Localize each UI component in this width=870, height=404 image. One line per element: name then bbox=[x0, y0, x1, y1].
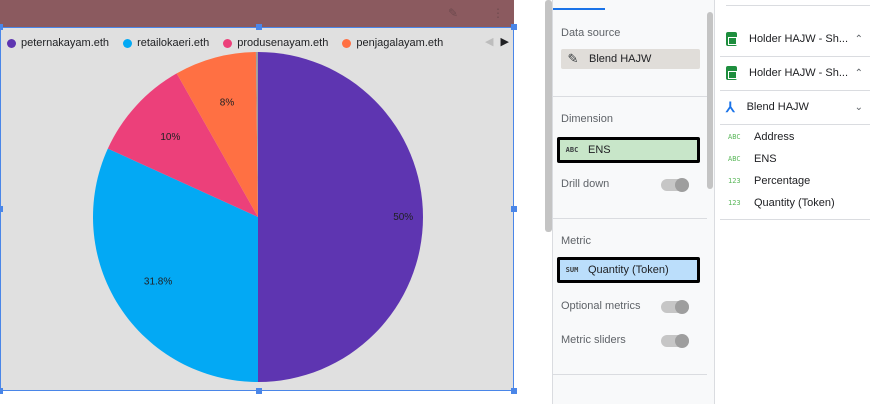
field-label: Percentage bbox=[754, 175, 811, 187]
collapse-icon[interactable]: ⌄ bbox=[855, 102, 863, 113]
field-item[interactable]: 123 Quantity (Token) bbox=[728, 197, 835, 209]
google-sheets-icon bbox=[726, 66, 737, 80]
drill-down-label: Drill down bbox=[561, 178, 610, 190]
canvas-scrollbar[interactable] bbox=[545, 0, 552, 232]
dimension-chip[interactable]: ABC ENS bbox=[557, 137, 700, 163]
blend-label: Blend HAJW bbox=[746, 101, 809, 113]
number-type-icon: 123 bbox=[728, 177, 741, 185]
data-source-chip[interactable]: ✎ Blend HAJW bbox=[561, 49, 700, 69]
divider bbox=[720, 124, 870, 125]
sum-aggregation-icon[interactable]: SUM bbox=[560, 266, 584, 274]
abc-type-icon: ABC bbox=[565, 146, 579, 154]
slice-data-label: 10% bbox=[160, 132, 180, 143]
expand-collapse-icon[interactable]: ⌃ bbox=[855, 34, 863, 45]
optional-metrics-label: Optional metrics bbox=[561, 300, 641, 312]
data-source-label: Holder HAJW - Sh... bbox=[749, 33, 849, 45]
field-label: Address bbox=[754, 131, 795, 143]
metric-sliders-label: Metric sliders bbox=[561, 334, 626, 346]
data-source-row[interactable]: Holder HAJW - Sh... ⌃ bbox=[720, 58, 869, 88]
blend-source-row[interactable]: ⅄ Blend HAJW ⌄ bbox=[720, 92, 869, 122]
setup-panel: Data source ✎ Blend HAJW Dimension ABC E… bbox=[552, 0, 715, 404]
metric-value: Quantity (Token) bbox=[588, 264, 669, 276]
divider bbox=[553, 96, 707, 97]
blend-icon: ⅄ bbox=[726, 98, 735, 115]
metric-sliders-toggle[interactable] bbox=[661, 334, 689, 348]
divider bbox=[720, 219, 870, 220]
drill-down-toggle[interactable] bbox=[661, 178, 689, 192]
data-panel: Holder HAJW - Sh... ⌃ Holder HAJW - Sh..… bbox=[716, 0, 870, 404]
slice-data-label: 8% bbox=[220, 97, 235, 108]
pie-chart-svg: 50% 31.8% 10% 8% bbox=[92, 52, 423, 382]
data-source-value: Blend HAJW bbox=[589, 53, 652, 65]
field-item[interactable]: ABC Address bbox=[728, 131, 794, 143]
abc-type-icon: ABC bbox=[728, 155, 741, 163]
metric-chip[interactable]: SUM Quantity (Token) bbox=[557, 257, 700, 283]
dimension-value: ENS bbox=[588, 144, 611, 156]
setup-tab-indicator bbox=[553, 8, 605, 10]
expand-collapse-icon[interactable]: ⌃ bbox=[855, 68, 863, 79]
google-sheets-icon bbox=[726, 32, 737, 46]
pencil-icon[interactable]: ✎ bbox=[561, 51, 585, 67]
divider bbox=[720, 56, 870, 57]
optional-metrics-toggle[interactable] bbox=[661, 300, 689, 314]
slice-data-label: 50% bbox=[393, 212, 413, 223]
field-label: Quantity (Token) bbox=[754, 197, 835, 209]
setup-scrollbar[interactable] bbox=[707, 12, 713, 189]
field-item[interactable]: ABC ENS bbox=[728, 153, 777, 165]
abc-type-icon: ABC bbox=[728, 133, 741, 141]
field-item[interactable]: 123 Percentage bbox=[728, 175, 810, 187]
number-type-icon: 123 bbox=[728, 199, 741, 207]
dimension-title: Dimension bbox=[561, 113, 613, 125]
divider bbox=[553, 374, 707, 375]
field-label: ENS bbox=[754, 153, 777, 165]
slice-data-label: 31.8% bbox=[144, 276, 172, 287]
data-source-title: Data source bbox=[561, 27, 621, 39]
divider bbox=[720, 90, 870, 91]
field-search-box[interactable] bbox=[726, 0, 870, 6]
metric-title: Metric bbox=[561, 235, 591, 247]
divider bbox=[553, 218, 707, 219]
data-source-label: Holder HAJW - Sh... bbox=[749, 67, 849, 79]
data-source-row[interactable]: Holder HAJW - Sh... ⌃ bbox=[720, 24, 869, 54]
